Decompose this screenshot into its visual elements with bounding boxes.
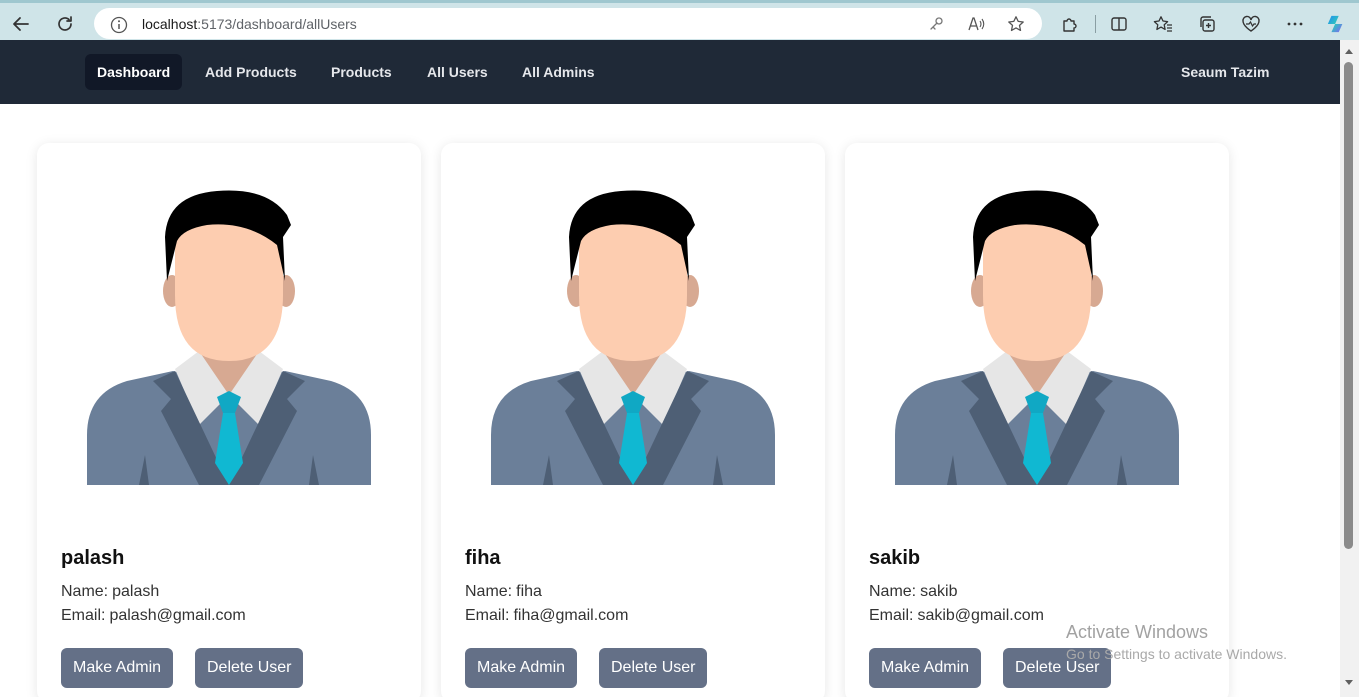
user-email-value: fiha@gmail.com (513, 607, 629, 624)
nav-item-products[interactable]: Products (319, 54, 404, 90)
user-email-value: palash@gmail.com (109, 607, 246, 624)
key-icon[interactable] (927, 15, 945, 33)
user-email-value: sakib@gmail.com (917, 607, 1044, 624)
user-email-line: Email: sakib@gmail.com (869, 607, 1044, 625)
url-path: :5173/dashboard/allUsers (197, 16, 357, 32)
user-card-title: sakib (869, 547, 921, 569)
user-name-value: fiha (516, 583, 542, 600)
nav-item-all-users[interactable]: All Users (415, 54, 500, 90)
url-host: localhost (142, 16, 198, 32)
user-card: palash Name: palash Email: palash@gmail.co… (37, 143, 421, 697)
user-name-line: Name: sakib (869, 583, 957, 601)
extensions-icon[interactable] (1060, 14, 1080, 34)
favorites-icon[interactable] (1153, 14, 1173, 34)
user-avatar-image (491, 185, 775, 485)
app-navbar: Dashboard Add Products Products All User… (0, 40, 1340, 104)
user-name-line: Name: palash (61, 583, 159, 601)
delete-user-button[interactable]: Delete User (599, 648, 708, 688)
page-scrollbar[interactable] (1340, 40, 1359, 697)
make-admin-button[interactable]: Make Admin (869, 648, 982, 688)
activate-windows-watermark: Activate Windows (1066, 622, 1209, 642)
address-bar[interactable]: localhost:5173/dashboard/allUsers (94, 8, 1042, 39)
user-name-value: palash (112, 583, 160, 600)
user-email-line: Email: palash@gmail.com (61, 607, 246, 625)
scroll-up-arrow[interactable] (1345, 49, 1353, 54)
scroll-down-arrow[interactable] (1345, 680, 1353, 685)
activate-windows-hint: Go to Settings to activate Windows. (1066, 646, 1287, 662)
make-admin-button[interactable]: Make Admin (61, 648, 174, 688)
split-screen-icon[interactable] (1109, 14, 1129, 34)
make-admin-button[interactable]: Make Admin (465, 648, 578, 688)
read-aloud-icon[interactable] (967, 15, 985, 33)
delete-user-button[interactable]: Delete User (195, 648, 304, 688)
user-avatar-image (87, 185, 371, 485)
favorite-star-icon[interactable] (1007, 15, 1025, 33)
browser-toolbar: localhost:5173/dashboard/allUsers (0, 0, 1359, 40)
user-card: fiha Name: fiha Email: fiha@gmail.com Make… (441, 143, 825, 697)
user-card-title: palash (61, 547, 125, 569)
user-card-title: fiha (465, 547, 501, 569)
url-text[interactable]: localhost:5173/dashboard/allUsers (142, 16, 357, 32)
browser-essentials-icon[interactable] (1241, 14, 1261, 34)
scroll-thumb[interactable] (1344, 62, 1353, 549)
info-icon[interactable] (110, 16, 128, 39)
user-avatar-image (895, 185, 1179, 485)
email-label: Email: (61, 607, 106, 624)
back-arrow-icon[interactable] (8, 11, 34, 37)
user-email-line: Email: fiha@gmail.com (465, 607, 628, 625)
toolbar-divider (1095, 15, 1096, 33)
name-label: Name: (869, 583, 917, 600)
email-label: Email: (465, 607, 510, 624)
name-label: Name: (465, 583, 513, 600)
user-name-line: Name: fiha (465, 583, 542, 601)
copilot-icon[interactable] (1326, 14, 1346, 34)
refresh-icon[interactable] (52, 11, 78, 37)
email-label: Email: (869, 607, 914, 624)
user-card: sakib Name: sakib Email: sakib@gmail.com M… (845, 143, 1229, 697)
user-name[interactable]: Seaum Tazim (1181, 64, 1269, 80)
collections-icon[interactable] (1197, 14, 1217, 34)
more-icon[interactable] (1285, 14, 1305, 34)
nav-item-add-products[interactable]: Add Products (193, 54, 309, 90)
name-label: Name: (61, 583, 109, 600)
nav-item-all-admins[interactable]: All Admins (510, 54, 607, 90)
user-name-value: sakib (920, 583, 958, 600)
nav-item-dashboard[interactable]: Dashboard (85, 54, 183, 90)
